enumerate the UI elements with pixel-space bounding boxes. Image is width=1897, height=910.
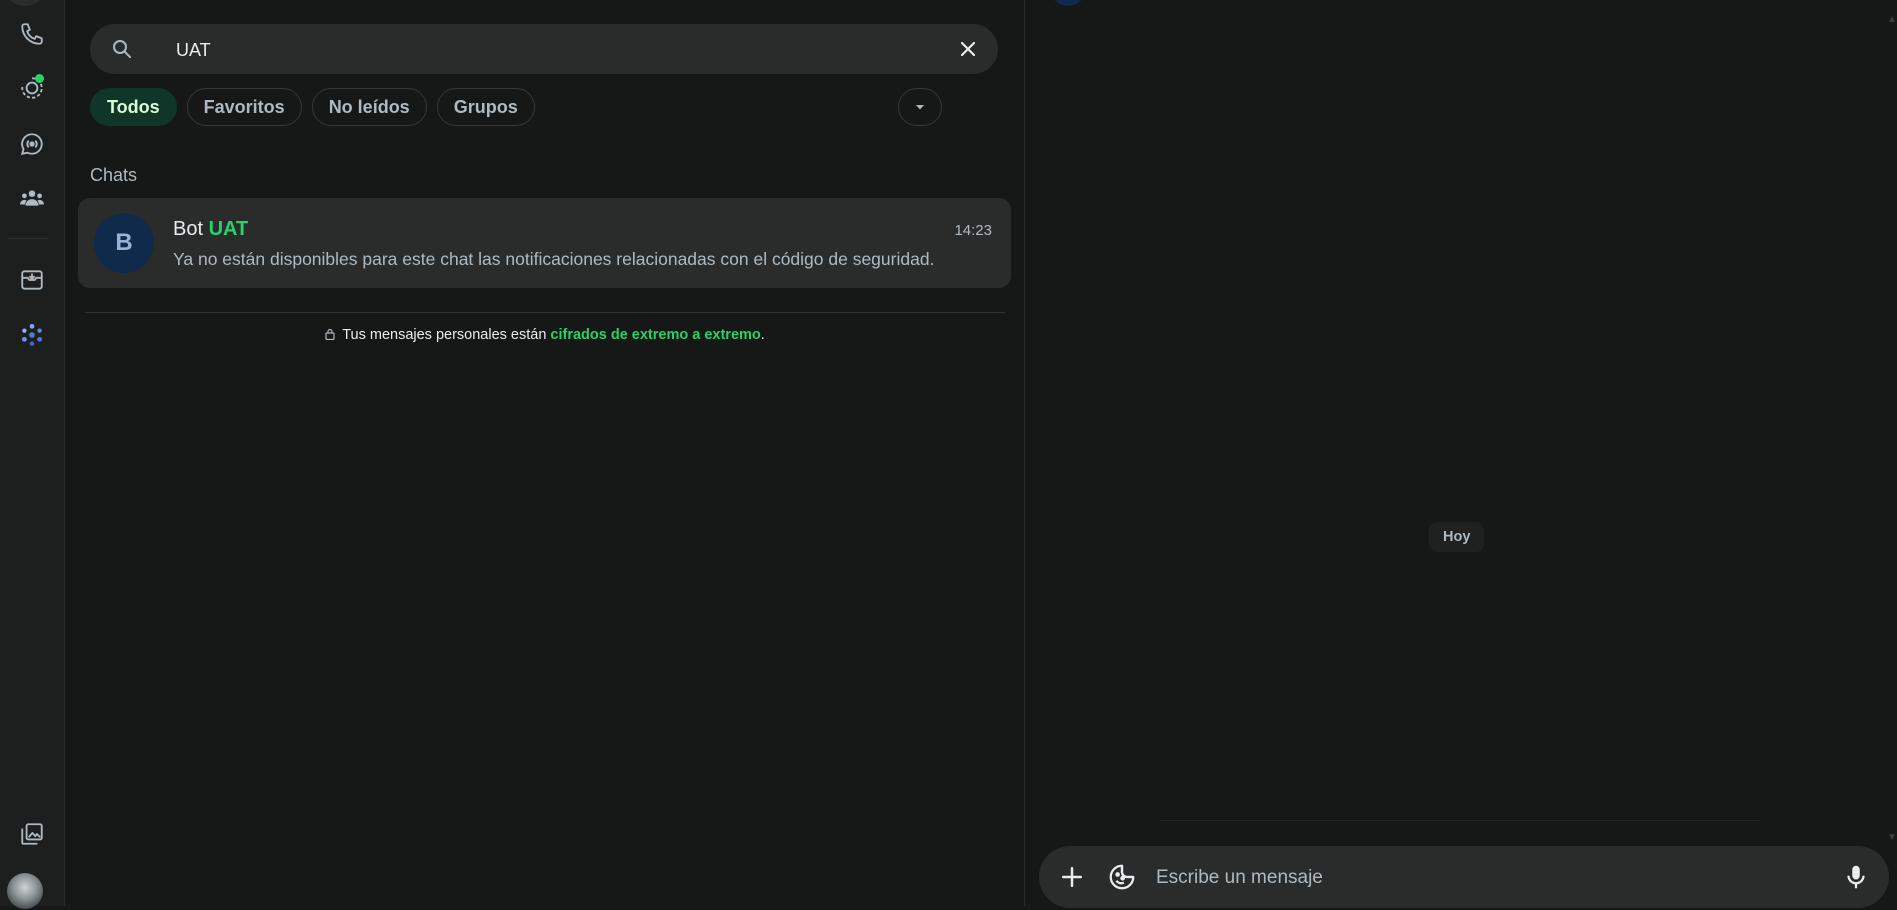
profile-avatar[interactable] bbox=[7, 873, 43, 909]
encryption-suffix: . bbox=[760, 327, 765, 343]
media-gallery-button[interactable] bbox=[8, 812, 56, 856]
chat-name-match: UAT bbox=[208, 218, 249, 240]
filter-chip-favoritos[interactable]: Favoritos bbox=[186, 88, 302, 126]
date-badge: Hoy bbox=[1429, 522, 1485, 552]
encryption-notice: Tus mensajes personales están cifrados d… bbox=[65, 327, 1024, 343]
media-gallery-icon bbox=[21, 823, 43, 845]
chat-timestamp: 14:23 bbox=[954, 222, 992, 239]
encryption-link[interactable]: cifrados de extremo a extremo bbox=[550, 327, 760, 343]
calls-button[interactable] bbox=[8, 12, 56, 56]
scroll-up-icon[interactable]: ▲ bbox=[1887, 14, 1897, 25]
chat-list-panel: Todos Favoritos No leídos Grupos Chats B… bbox=[65, 0, 1025, 906]
conversation-panel: ▲ Hoy ▼ bbox=[1025, 0, 1897, 910]
section-title: Chats bbox=[90, 165, 138, 185]
filter-chip-grupos[interactable]: Grupos bbox=[436, 88, 535, 126]
search-icon bbox=[113, 40, 131, 58]
chevron-down-icon bbox=[916, 105, 924, 110]
meta-ai-icon bbox=[22, 323, 42, 346]
meta-ai-button[interactable] bbox=[8, 313, 56, 357]
message-composer bbox=[1039, 846, 1889, 910]
chat-list-item[interactable]: B Bot UAT 14:23 Ya no están disponibles … bbox=[78, 198, 1011, 288]
sticker-icon[interactable] bbox=[1107, 862, 1137, 892]
archived-button[interactable] bbox=[8, 258, 56, 302]
filter-chips: Todos Favoritos No leídos Grupos bbox=[90, 88, 535, 128]
top-profile-icon[interactable] bbox=[8, 0, 42, 6]
chat-name-prefix: Bot bbox=[173, 218, 209, 240]
conversation-header-avatar[interactable] bbox=[1050, 0, 1086, 6]
channels-button[interactable] bbox=[8, 122, 56, 166]
status-button[interactable] bbox=[8, 66, 56, 110]
archive-icon bbox=[21, 270, 43, 290]
search-input[interactable] bbox=[174, 24, 938, 76]
navigation-rail bbox=[0, 0, 65, 909]
filter-chip-todos[interactable]: Todos bbox=[90, 88, 177, 126]
rail-divider bbox=[8, 238, 48, 239]
scroll-down-icon[interactable]: ▼ bbox=[1887, 832, 1897, 843]
channels-icon bbox=[20, 133, 43, 155]
communities-button[interactable] bbox=[8, 176, 56, 220]
communities-icon bbox=[20, 190, 44, 206]
filters-more-button[interactable] bbox=[898, 88, 942, 126]
search-bar bbox=[90, 24, 998, 76]
status-unread-dot bbox=[35, 74, 44, 83]
chat-avatar: B bbox=[94, 213, 154, 273]
lock-icon bbox=[325, 328, 335, 340]
plus-icon[interactable] bbox=[1057, 862, 1087, 892]
close-icon[interactable] bbox=[956, 37, 980, 61]
microphone-icon[interactable] bbox=[1841, 862, 1871, 892]
calls-icon bbox=[21, 23, 43, 45]
list-divider bbox=[85, 312, 1005, 313]
chat-last-message: Ya no están disponibles para este chat l… bbox=[173, 249, 935, 269]
messages-bottom-divider bbox=[1160, 820, 1760, 821]
filter-chip-no-leidos[interactable]: No leídos bbox=[311, 88, 427, 126]
message-input[interactable] bbox=[1154, 846, 1798, 910]
encryption-text: Tus mensajes personales están bbox=[342, 327, 551, 343]
chat-name: Bot UAT bbox=[173, 218, 248, 241]
